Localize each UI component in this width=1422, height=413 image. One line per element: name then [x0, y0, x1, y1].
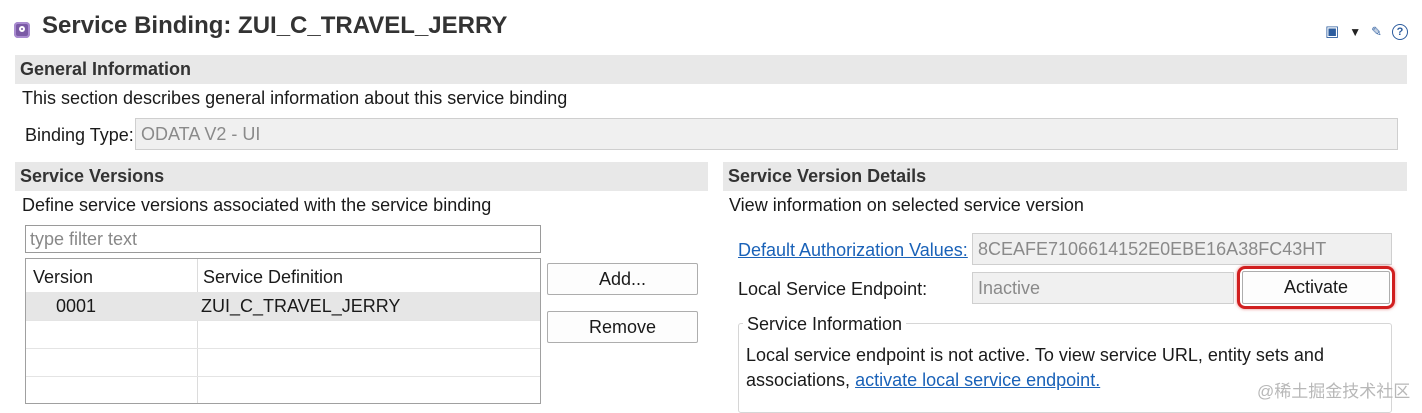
local-service-endpoint-label: Local Service Endpoint: — [738, 279, 928, 299]
service-versions-description: Define service versions associated with … — [22, 195, 492, 215]
service-version-details-description: View information on selected service ver… — [729, 195, 1084, 215]
remove-button[interactable]: Remove — [547, 311, 698, 343]
help-icon[interactable]: ? — [1392, 24, 1408, 40]
column-header-service-definition[interactable]: Service Definition — [203, 267, 343, 288]
service-information-legend: Service Information — [743, 314, 907, 335]
table-row[interactable]: 0001 ZUI_C_TRAVEL_JERRY — [26, 292, 540, 321]
service-definition-cell: ZUI_C_TRAVEL_JERRY — [201, 296, 401, 316]
activate-button[interactable]: Activate — [1242, 271, 1390, 304]
column-header-version[interactable]: Version — [33, 267, 93, 288]
binding-type-field[interactable]: ODATA V2 - UI — [135, 118, 1398, 150]
version-cell: 0001 — [56, 296, 97, 316]
general-information-description: This section describes general informati… — [22, 88, 568, 108]
activate-local-service-endpoint-link[interactable]: activate local service endpoint. — [855, 370, 1100, 390]
service-version-details-header: Service Version Details — [723, 162, 1407, 191]
service-information-text-line2: associations, activate local service end… — [746, 370, 1100, 391]
service-information-text: Local service endpoint is not active. To… — [746, 345, 1324, 365]
page-title: Service Binding: ZUI_C_TRAVEL_JERRY — [42, 12, 508, 39]
binding-type-label: Binding Type: — [25, 125, 134, 145]
table-row-empty — [26, 348, 540, 377]
publish-icon[interactable]: ▣ — [1325, 24, 1339, 40]
service-versions-table[interactable]: Version Service Definition 0001 ZUI_C_TR… — [25, 258, 541, 404]
table-row-empty — [26, 320, 540, 349]
chevron-down-icon[interactable]: ▼ — [1349, 24, 1361, 40]
authorization-values-field[interactable]: 8CEAFE7106614152E0EBE16A38FC43HT — [972, 233, 1392, 265]
default-authorization-values-link[interactable]: Default Authorization Values: — [738, 240, 968, 261]
watermark: @稀土掘金技术社区 — [1257, 382, 1411, 401]
add-button[interactable]: Add... — [547, 263, 698, 295]
editor-toolbar: ▣ ▼ ✎ ? — [1325, 24, 1408, 40]
service-information-text-prefix: associations, — [746, 370, 856, 390]
service-versions-header: Service Versions — [15, 162, 708, 191]
filter-input[interactable] — [25, 225, 541, 253]
edit-icon[interactable]: ✎ — [1371, 24, 1382, 40]
general-information-header: General Information — [15, 55, 1407, 84]
local-service-endpoint-field[interactable]: Inactive — [972, 272, 1234, 304]
table-row-empty — [26, 376, 540, 403]
service-binding-icon — [14, 22, 30, 38]
